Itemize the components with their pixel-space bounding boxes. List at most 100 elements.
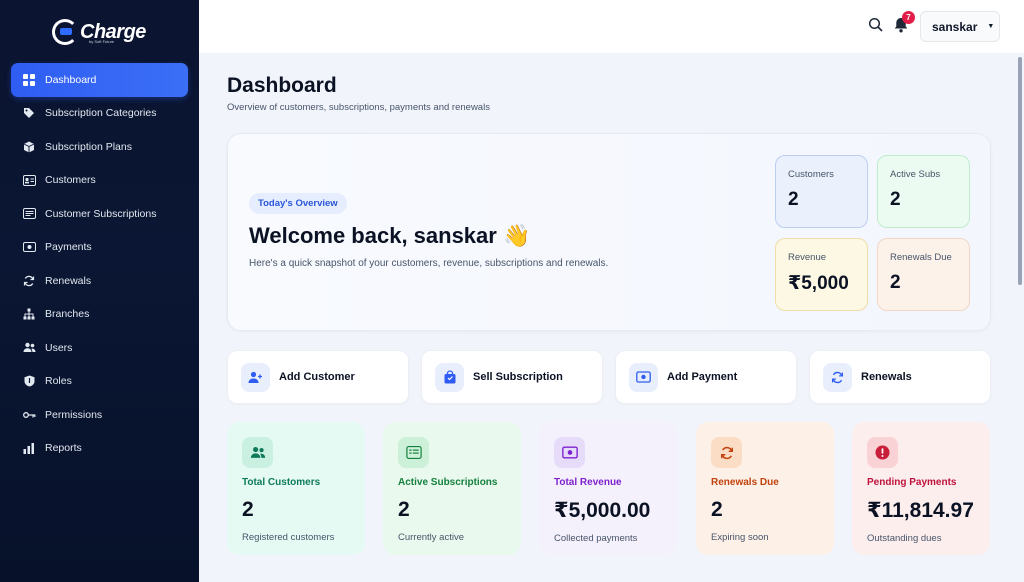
action-label: Add Customer [279, 371, 355, 383]
overview-pill: Today's Overview [249, 193, 347, 214]
chevron-down-icon: ▼ [987, 23, 995, 30]
action-label: Sell Subscription [473, 371, 563, 383]
mini-stat-label: Active Subs [890, 169, 941, 180]
sidebar-item-subscription-categories[interactable]: Subscription Categories [11, 97, 188, 131]
money-icon [629, 362, 658, 392]
notification-badge: 7 [902, 11, 915, 24]
mini-stat-customers: Customers 2 [775, 155, 868, 228]
sidebar-item-label: Users [45, 341, 73, 354]
sidebar-item-label: Subscription Categories [45, 107, 157, 120]
welcome-title: Welcome back, sanskar 👋 [249, 223, 531, 248]
stat-value: ₹11,814.97 [867, 499, 974, 522]
users-icon [242, 437, 273, 468]
stat-subtitle: Currently active [398, 532, 464, 543]
stat-value: 2 [711, 498, 723, 521]
stat-card-total-revenue: Total Revenue ₹5,000.00 Collected paymen… [539, 422, 677, 555]
mini-stat-label: Revenue [788, 252, 827, 263]
refresh-icon [21, 273, 37, 289]
list-card-icon [21, 206, 37, 222]
stat-title: Active Subscriptions [398, 477, 498, 488]
refresh-icon [711, 437, 742, 468]
stat-title: Total Customers [242, 477, 321, 488]
action-label: Renewals [861, 371, 912, 383]
add-customer-button[interactable]: Add Customer [227, 350, 409, 404]
sell-subscription-button[interactable]: Sell Subscription [421, 350, 603, 404]
grid-icon [21, 72, 37, 88]
sidebar-item-roles[interactable]: Roles [11, 365, 188, 399]
page-subtitle: Overview of customers, subscriptions, pa… [227, 102, 490, 113]
mini-stat-label: Renewals Due [890, 252, 952, 263]
sidebar-item-renewals[interactable]: Renewals [11, 264, 188, 298]
page-scrollbar[interactable] [1018, 57, 1022, 285]
tag-icon [21, 105, 37, 121]
logo-icon [52, 19, 78, 45]
renewals-button[interactable]: Renewals [809, 350, 991, 404]
mini-stat-revenue: Revenue ₹5,000 [775, 238, 868, 311]
stat-card-pending-payments: Pending Payments ₹11,814.97 Outstanding … [852, 422, 990, 555]
mini-stat-renewals-due: Renewals Due 2 [877, 238, 970, 311]
sidebar-item-permissions[interactable]: Permissions [11, 398, 188, 432]
money-icon [21, 239, 37, 255]
box-icon [21, 139, 37, 155]
stat-card-renewals-due: Renewals Due 2 Expiring soon [696, 422, 834, 555]
stat-subtitle: Collected payments [554, 533, 638, 544]
sidebar-item-subscription-plans[interactable]: Subscription Plans [11, 130, 188, 164]
search-icon[interactable] [868, 17, 886, 35]
sidebar-item-label: Branches [45, 308, 90, 321]
sidebar-item-customers[interactable]: Customers [11, 164, 188, 198]
overview-card: Today's Overview Welcome back, sanskar 👋… [227, 133, 991, 331]
sidebar-item-label: Payments [45, 241, 92, 254]
stat-value: ₹5,000.00 [554, 499, 651, 522]
sidebar-item-users[interactable]: Users [11, 331, 188, 365]
sidebar-item-label: Customer Subscriptions [45, 207, 157, 220]
sidebar-item-dashboard[interactable]: Dashboard [11, 63, 188, 97]
sidebar-item-label: Permissions [45, 408, 103, 421]
hierarchy-icon [21, 306, 37, 322]
mini-stat-value: ₹5,000 [788, 273, 849, 294]
topbar: 7 sanskar ▼ [199, 0, 1024, 53]
stat-subtitle: Expiring soon [711, 532, 769, 543]
sidebar-item-label: Renewals [45, 274, 92, 287]
sidebar-nav: Dashboard Subscription Categories Subscr… [11, 63, 188, 465]
sidebar-item-label: Dashboard [45, 73, 97, 86]
shield-icon [21, 373, 37, 389]
sidebar-item-branches[interactable]: Branches [11, 298, 188, 332]
page-title: Dashboard [227, 74, 337, 97]
user-menu-button[interactable]: sanskar ▼ [920, 11, 1000, 42]
user-name: sanskar [932, 19, 978, 34]
stat-subtitle: Registered customers [242, 532, 335, 543]
sidebar-item-reports[interactable]: Reports [11, 432, 188, 466]
stat-value: 2 [398, 498, 410, 521]
stat-title: Renewals Due [711, 477, 779, 488]
mini-stat-value: 2 [890, 272, 901, 293]
bar-chart-icon [21, 440, 37, 456]
sidebar: Charge by Soft Future Dashboard Subscrip… [0, 0, 199, 582]
users-icon [21, 340, 37, 356]
mini-stat-active-subs: Active Subs 2 [877, 155, 970, 228]
stat-title: Pending Payments [867, 477, 957, 488]
sidebar-item-label: Reports [45, 442, 82, 455]
main-content: Dashboard Overview of customers, subscri… [199, 53, 1024, 582]
add-payment-button[interactable]: Add Payment [615, 350, 797, 404]
sidebar-item-label: Roles [45, 375, 72, 388]
add-user-icon [241, 362, 270, 392]
shopping-bag-icon [435, 362, 464, 392]
sidebar-item-customer-subscriptions[interactable]: Customer Subscriptions [11, 197, 188, 231]
brand-tagline: by Soft Future [89, 39, 115, 44]
key-icon [21, 407, 37, 423]
sidebar-item-label: Subscription Plans [45, 140, 132, 153]
mini-stat-label: Customers [788, 169, 834, 180]
stat-card-active-subscriptions: Active Subscriptions 2 Currently active [383, 422, 521, 555]
stat-card-total-customers: Total Customers 2 Registered customers [227, 422, 365, 555]
brand-logo[interactable]: Charge by Soft Future [52, 17, 152, 47]
list-card-icon [398, 437, 429, 468]
mini-stat-value: 2 [788, 189, 799, 210]
money-icon [554, 437, 585, 468]
id-card-icon [21, 172, 37, 188]
action-label: Add Payment [667, 371, 738, 383]
mini-stat-value: 2 [890, 189, 901, 210]
stat-value: 2 [242, 498, 254, 521]
refresh-icon [823, 362, 852, 392]
alert-icon [867, 437, 898, 468]
sidebar-item-payments[interactable]: Payments [11, 231, 188, 265]
